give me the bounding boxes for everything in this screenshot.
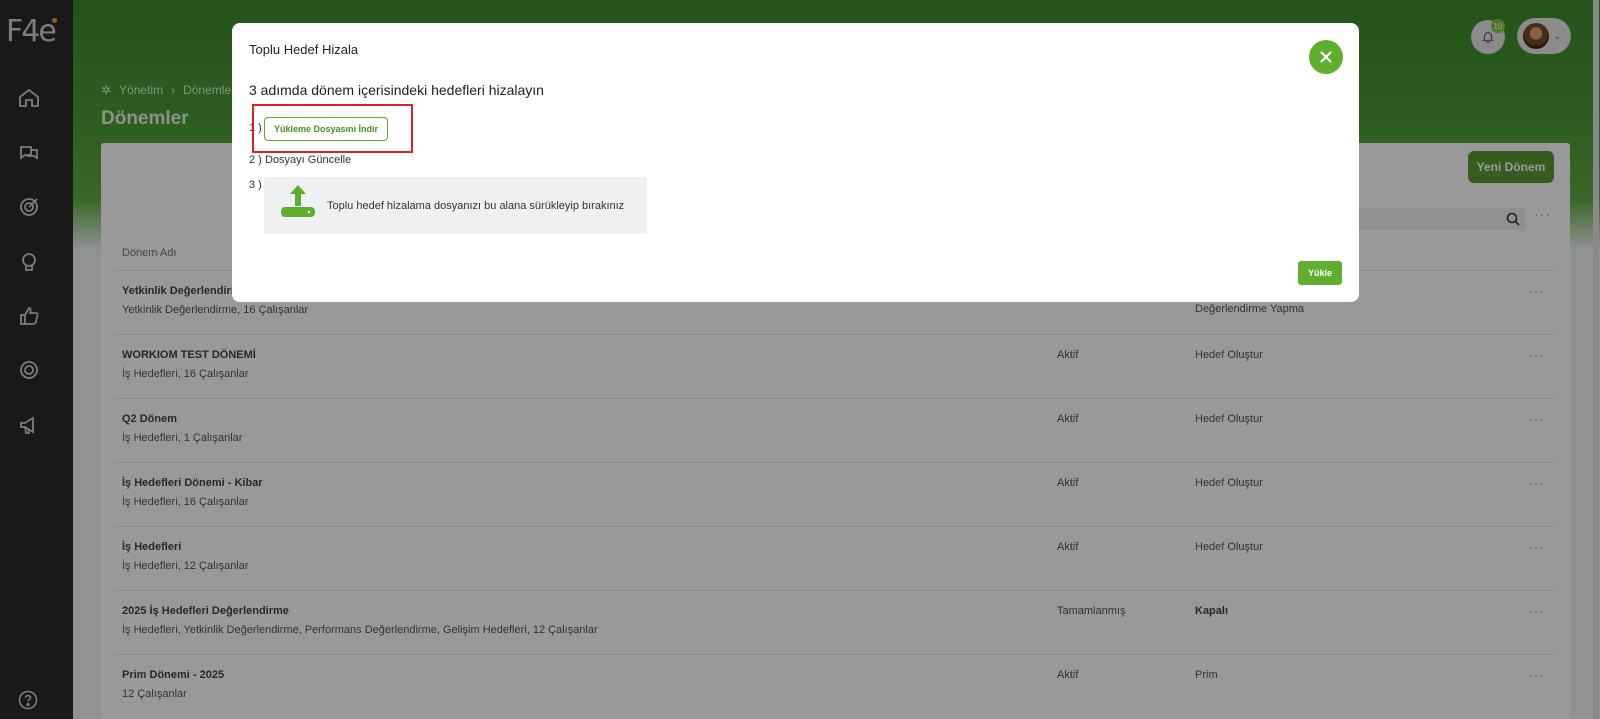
modal-title: Toplu Hedef Hizala	[249, 42, 359, 57]
modal-subtitle: 3 adımda dönem içerisindeki hedefleri hi…	[249, 82, 544, 98]
upload-button[interactable]: Yükle	[1298, 261, 1342, 285]
step-2-number: 2 )	[249, 154, 262, 166]
close-button[interactable]	[1309, 40, 1343, 74]
upload-icon	[279, 182, 317, 220]
download-template-button[interactable]: Yükleme Dosyasını İndir	[264, 117, 388, 141]
bulk-goal-align-modal: Toplu Hedef Hizala 3 adımda dönem içeris…	[232, 23, 1359, 302]
step-2-text: Dosyayı Güncelle	[265, 154, 352, 166]
close-icon	[1320, 51, 1332, 63]
file-dropzone[interactable]: Toplu hedef hizalama dosyanızı bu alana …	[264, 177, 647, 234]
step-3-number: 3 )	[249, 179, 262, 191]
dropzone-text: Toplu hedef hizalama dosyanızı bu alana …	[327, 200, 625, 212]
